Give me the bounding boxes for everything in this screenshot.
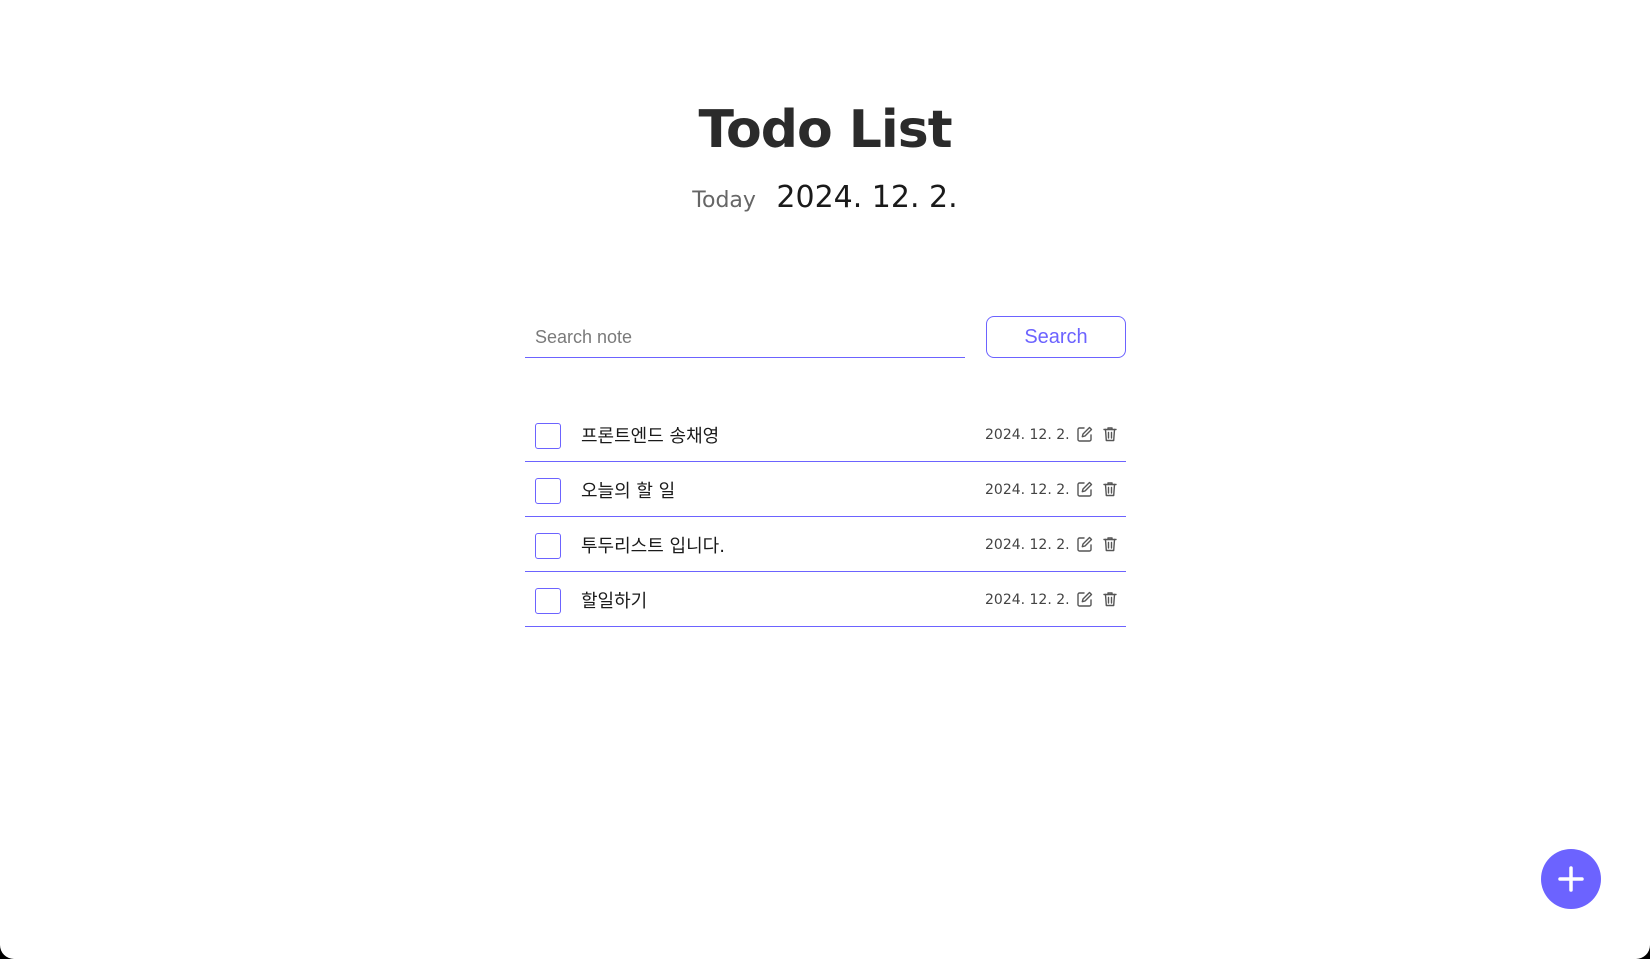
todo-item: 할일하기 2024. 12. 2. — [525, 573, 1126, 627]
todo-checkbox[interactable] — [535, 588, 561, 614]
todo-checkbox[interactable] — [535, 423, 561, 449]
page-title: Todo List — [698, 100, 952, 160]
today-date: 2024. 12. 2. — [776, 180, 958, 215]
todo-item: 투두리스트 입니다. 2024. 12. 2. — [525, 518, 1126, 572]
trash-icon[interactable] — [1101, 425, 1119, 443]
today-label: Today — [692, 188, 756, 213]
todo-text: 할일하기 — [581, 591, 648, 612]
app-window: Todo List Today 2024. 12. 2. Search 프론트엔… — [0, 0, 1650, 959]
edit-icon[interactable] — [1076, 480, 1094, 498]
todo-text: 투두리스트 입니다. — [581, 536, 725, 557]
trash-icon[interactable] — [1101, 480, 1119, 498]
today-row: Today 2024. 12. 2. — [0, 180, 1650, 215]
todo-list: 프론트엔드 송채영 2024. 12. 2. 오늘의 할 일 2024. 12.… — [525, 408, 1126, 627]
todo-checkbox[interactable] — [535, 478, 561, 504]
search-input[interactable] — [525, 318, 965, 358]
todo-date: 2024. 12. 2. — [985, 537, 1070, 553]
edit-icon[interactable] — [1076, 425, 1094, 443]
todo-date: 2024. 12. 2. — [985, 592, 1070, 608]
trash-icon[interactable] — [1101, 535, 1119, 553]
todo-text: 프론트엔드 송채영 — [581, 426, 720, 447]
plus-icon — [1558, 866, 1584, 892]
search-button[interactable]: Search — [986, 316, 1126, 358]
todo-checkbox[interactable] — [535, 533, 561, 559]
todo-item: 오늘의 할 일 2024. 12. 2. — [525, 463, 1126, 517]
edit-icon[interactable] — [1076, 590, 1094, 608]
todo-text: 오늘의 할 일 — [581, 481, 676, 502]
todo-date: 2024. 12. 2. — [985, 482, 1070, 498]
todo-item: 프론트엔드 송채영 2024. 12. 2. — [525, 408, 1126, 462]
add-todo-button[interactable] — [1541, 849, 1601, 909]
trash-icon[interactable] — [1101, 590, 1119, 608]
edit-icon[interactable] — [1076, 535, 1094, 553]
todo-date: 2024. 12. 2. — [985, 427, 1070, 443]
